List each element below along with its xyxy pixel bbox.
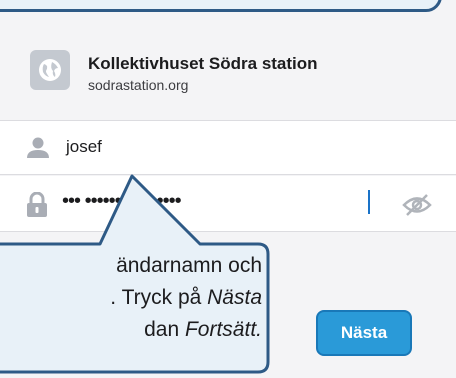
callout-line-3: dan Fortsätt.	[144, 318, 262, 341]
callout-line-2: . Tryck på Nästa	[110, 286, 262, 309]
callout-line-1: ändarnamn och	[116, 254, 262, 277]
callout-text: ändarnamn och . Tryck på Nästa dan Forts…	[6, 250, 262, 346]
